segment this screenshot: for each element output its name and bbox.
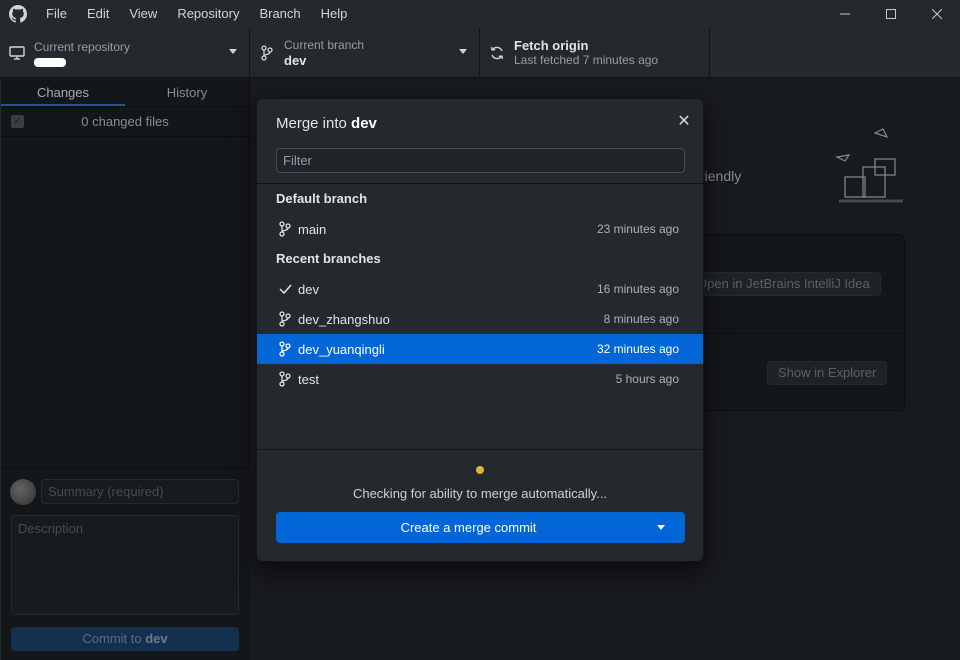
branch-time: 23 minutes ago bbox=[596, 222, 679, 236]
branch-icon bbox=[277, 341, 293, 357]
filter-input[interactable]: Filter bbox=[276, 148, 685, 173]
dialog-title-branch: dev bbox=[351, 115, 377, 132]
menu-repository[interactable]: Repository bbox=[167, 0, 249, 28]
default-branch-heading: Default branch bbox=[276, 191, 368, 206]
branch-item-dev-zhangshuo[interactable]: dev_zhangshuo 8 minutes ago bbox=[257, 304, 703, 334]
status-dot bbox=[476, 466, 484, 474]
current-repository-dropdown[interactable]: Current repository bbox=[0, 28, 250, 78]
minimize-icon[interactable] bbox=[822, 0, 868, 28]
fetch-origin-button[interactable]: Fetch origin Last fetched 7 minutes ago bbox=[480, 28, 710, 78]
branch-icon bbox=[250, 45, 284, 61]
dialog-title: Merge into dev bbox=[276, 115, 377, 132]
chevron-down-icon[interactable] bbox=[657, 525, 665, 530]
divider bbox=[257, 183, 703, 184]
toolbar: Current repository Current branch dev Fe… bbox=[0, 28, 960, 78]
branch-time: 32 minutes ago bbox=[596, 342, 679, 356]
branch-name: test bbox=[298, 371, 319, 387]
menu-edit[interactable]: Edit bbox=[77, 0, 119, 28]
branch-icon bbox=[277, 371, 293, 387]
check-icon bbox=[277, 283, 293, 295]
menu-file[interactable]: File bbox=[36, 0, 77, 28]
branch-name: dev_yuanqingli bbox=[298, 341, 385, 357]
branch-icon bbox=[277, 311, 293, 327]
branch-icon bbox=[277, 221, 293, 237]
sync-icon bbox=[480, 45, 514, 61]
menu-bar: File Edit View Repository Branch Help bbox=[36, 0, 357, 28]
branch-name: dev_zhangshuo bbox=[298, 311, 390, 327]
current-branch-dropdown[interactable]: Current branch dev bbox=[250, 28, 480, 78]
branch-item-dev-yuanqingli[interactable]: dev_yuanqingli 32 minutes ago bbox=[257, 334, 703, 364]
menu-help[interactable]: Help bbox=[311, 0, 358, 28]
merge-dialog: Merge into dev ✕ Filter Default branch m… bbox=[256, 98, 704, 562]
dialog-footer: Checking for ability to merge automatica… bbox=[257, 449, 703, 561]
close-icon[interactable]: ✕ bbox=[675, 113, 693, 131]
dialog-title-prefix: Merge into bbox=[276, 115, 352, 132]
merge-button-label: Create a merge commit bbox=[400, 520, 537, 535]
chevron-down-icon bbox=[229, 49, 237, 54]
branch-value: dev bbox=[284, 53, 307, 68]
chevron-down-icon bbox=[459, 49, 467, 54]
branch-name: main bbox=[298, 221, 327, 237]
fetch-title: Fetch origin bbox=[514, 38, 589, 53]
menu-branch[interactable]: Branch bbox=[249, 0, 310, 28]
create-merge-commit-button[interactable]: Create a merge commit bbox=[276, 512, 685, 543]
fetch-subtitle: Last fetched 7 minutes ago bbox=[514, 53, 659, 67]
branch-time: 8 minutes ago bbox=[603, 312, 679, 326]
close-window-icon[interactable] bbox=[914, 0, 960, 28]
desktop-icon bbox=[0, 46, 34, 60]
maximize-icon[interactable] bbox=[868, 0, 914, 28]
recent-branches-heading: Recent branches bbox=[276, 251, 381, 266]
branch-label: Current branch bbox=[284, 38, 365, 52]
menu-view[interactable]: View bbox=[119, 0, 167, 28]
github-logo-icon bbox=[0, 0, 36, 28]
repository-label: Current repository bbox=[34, 39, 131, 54]
branch-name: dev bbox=[298, 281, 319, 297]
branch-time: 5 hours ago bbox=[615, 372, 679, 386]
branch-item-main[interactable]: main 23 minutes ago bbox=[257, 214, 703, 244]
window-controls bbox=[822, 0, 960, 28]
merge-status-text: Checking for ability to merge automatica… bbox=[352, 486, 608, 501]
repository-name-redacted bbox=[34, 57, 66, 67]
branch-time: 16 minutes ago bbox=[596, 282, 679, 296]
branch-item-test[interactable]: test 5 hours ago bbox=[257, 364, 703, 394]
branch-item-dev[interactable]: dev 16 minutes ago bbox=[257, 274, 703, 304]
title-bar: File Edit View Repository Branch Help bbox=[0, 0, 960, 28]
